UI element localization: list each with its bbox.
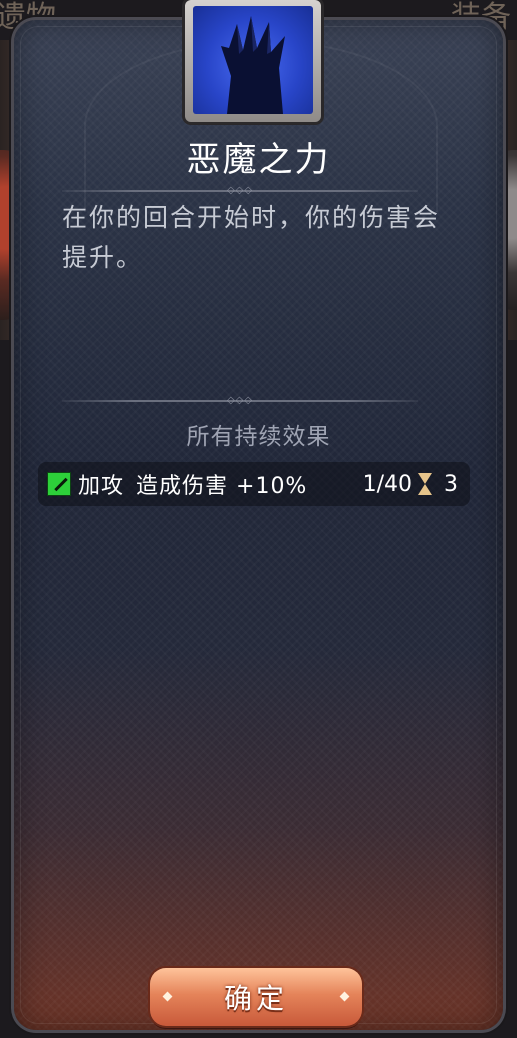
effect-turns-remaining: 3 (444, 471, 458, 497)
dialog-title: 恶魔之力 (186, 140, 331, 180)
effects-divider: ◇◇◇ (62, 395, 418, 406)
divider-ornament-icon: ◇◇◇ (226, 185, 254, 196)
skill-icon-frame (185, 0, 321, 122)
hourglass-icon (418, 473, 432, 495)
confirm-button-label: 确定 (223, 982, 288, 1015)
button-gem-icon (339, 991, 350, 1002)
divider-ornament-icon: ◇◇◇ (226, 395, 254, 406)
demon-claw-icon (193, 6, 313, 114)
skill-description: 在你的回合开始时，你的伤害会提升。 (62, 203, 441, 272)
effect-row: 加攻 造成伤害 +10% 1/40 3 (38, 462, 470, 506)
button-gem-icon (162, 991, 173, 1002)
effect-description: 造成伤害 +10% (136, 474, 308, 499)
attack-up-icon (47, 472, 71, 496)
effect-name: 加攻 (78, 474, 125, 499)
effects-heading: 所有持续效果 (186, 424, 331, 450)
effect-stack-count: 1/40 (362, 471, 412, 497)
title-divider: ◇◇◇ (62, 185, 418, 196)
confirm-button[interactable]: 确定 (150, 968, 362, 1026)
